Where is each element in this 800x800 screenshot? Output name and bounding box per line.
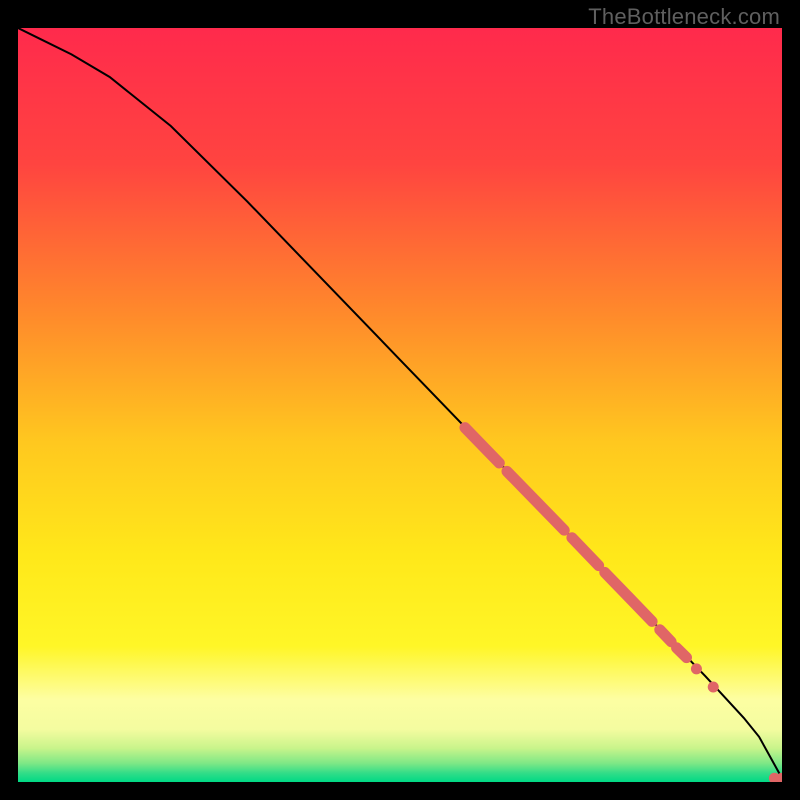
chart-stage: TheBottleneck.com [0, 0, 800, 800]
marker-segment [677, 648, 687, 658]
gradient-curve-chart [18, 28, 782, 782]
marker-point [691, 663, 702, 674]
attribution-label: TheBottleneck.com [588, 4, 780, 30]
gradient-background [18, 28, 782, 782]
plot-area [18, 28, 782, 782]
marker-point [708, 682, 719, 693]
